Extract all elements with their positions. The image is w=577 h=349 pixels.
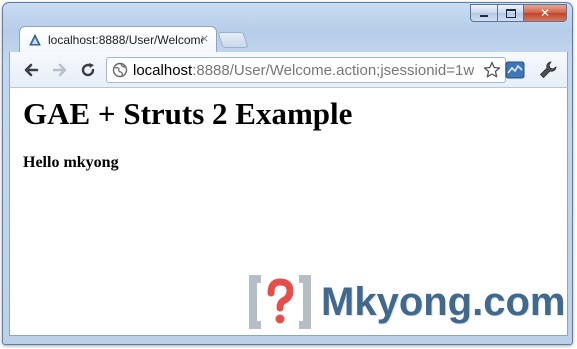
globe-icon xyxy=(112,62,128,78)
minimize-button[interactable] xyxy=(470,4,497,22)
minimize-icon xyxy=(480,15,488,17)
back-button[interactable] xyxy=(22,61,40,79)
greeting-text: Hello mkyong xyxy=(23,154,119,171)
address-bar[interactable]: localhost:8888/User/Welcome.action;jsess… xyxy=(106,57,506,83)
reload-button[interactable] xyxy=(79,61,97,79)
tab-close-icon[interactable]: × xyxy=(200,32,209,45)
tab-title: localhost:8888/User/Welcome.action xyxy=(48,32,203,47)
new-tab-button[interactable] xyxy=(217,32,249,48)
forward-arrow-icon xyxy=(52,63,67,77)
document-icon xyxy=(29,33,41,45)
star-icon[interactable] xyxy=(483,61,501,79)
page-menu-button[interactable] xyxy=(504,59,526,81)
wrench-menu-button[interactable] xyxy=(537,59,559,81)
page-content: GAE + Struts 2 Example Hello mkyong Mkyo… xyxy=(9,88,568,336)
url-text: localhost:8888/User/Welcome.action;jsess… xyxy=(133,62,478,79)
close-icon: ✕ xyxy=(539,6,551,20)
forward-button[interactable] xyxy=(51,61,69,79)
watermark-text: Mkyong.com xyxy=(321,279,566,324)
wrench-icon xyxy=(539,61,557,79)
page-menu-icon xyxy=(505,61,525,79)
url-path: :8888/User/Welcome.action;jsessionid=1w xyxy=(192,61,475,79)
reload-icon xyxy=(81,63,95,77)
tab-welcome[interactable]: localhost:8888/User/Welcome.action × xyxy=(19,26,217,52)
window-controls: ✕ xyxy=(470,4,567,22)
close-window-button[interactable]: ✕ xyxy=(523,4,567,22)
page-heading: GAE + Struts 2 Example xyxy=(23,96,353,131)
mkyong-logo-icon xyxy=(249,275,311,329)
back-arrow-icon xyxy=(24,63,39,77)
watermark: Mkyong.com xyxy=(247,273,565,331)
toolbar: localhost:8888/User/Welcome.action;jsess… xyxy=(9,52,568,88)
maximize-button[interactable] xyxy=(497,4,523,22)
url-host: localhost xyxy=(133,61,193,79)
maximize-icon xyxy=(505,8,516,18)
